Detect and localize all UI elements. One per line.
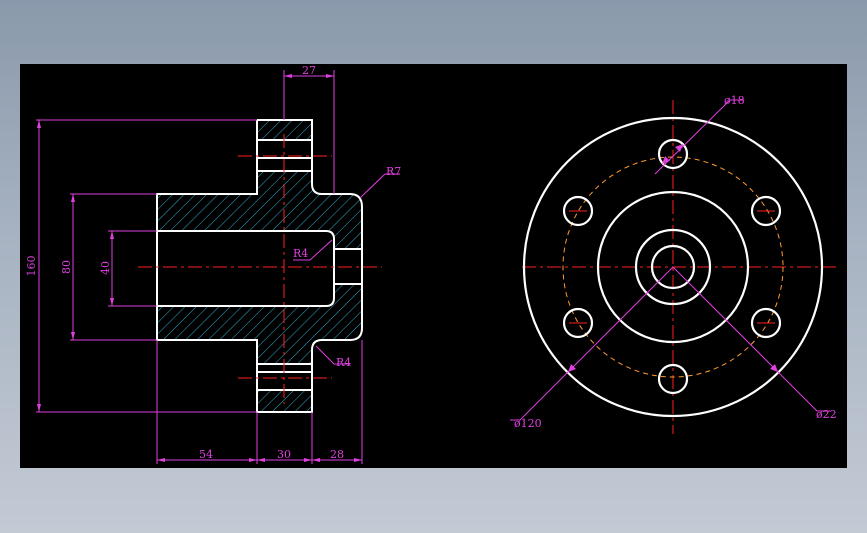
drawing-svg: 27 160 80 40 54 30 28 R7 R4 R4 ø18 ø120 … <box>25 64 838 464</box>
radius-flange-fillet: R4 <box>336 356 351 369</box>
dim-hub-length: 54 <box>199 448 213 461</box>
dim-overall-height: 160 <box>25 256 38 277</box>
section-dimension-texts: 27 160 80 40 54 30 28 R7 R4 R4 <box>25 64 401 461</box>
label-hole-diameter: ø18 <box>724 94 745 107</box>
section-outline <box>156 119 363 413</box>
radius-outer-fillet: R7 <box>386 165 401 178</box>
front-labels: ø18 ø120 ø22 <box>514 94 837 430</box>
dim-boss-length: 28 <box>330 448 344 461</box>
front-leaders <box>510 99 830 421</box>
section-hatching <box>157 120 362 412</box>
dim-flange-width: 30 <box>277 448 291 461</box>
dim-bore: 40 <box>99 261 112 275</box>
section-view: 27 160 80 40 54 30 28 R7 R4 R4 <box>25 64 401 464</box>
cad-drawing-canvas: 27 160 80 40 54 30 28 R7 R4 R4 ø18 ø120 … <box>20 64 847 468</box>
label-outer-diameter: ø120 <box>514 417 542 430</box>
dim-flange-thickness: 27 <box>302 64 316 77</box>
radius-inner-corner: R4 <box>293 247 308 260</box>
label-bore-diameter: ø22 <box>816 408 837 421</box>
section-arrowheads <box>37 74 362 462</box>
front-view: ø18 ø120 ø22 <box>510 94 838 434</box>
dim-shoulder-height: 80 <box>60 260 73 274</box>
